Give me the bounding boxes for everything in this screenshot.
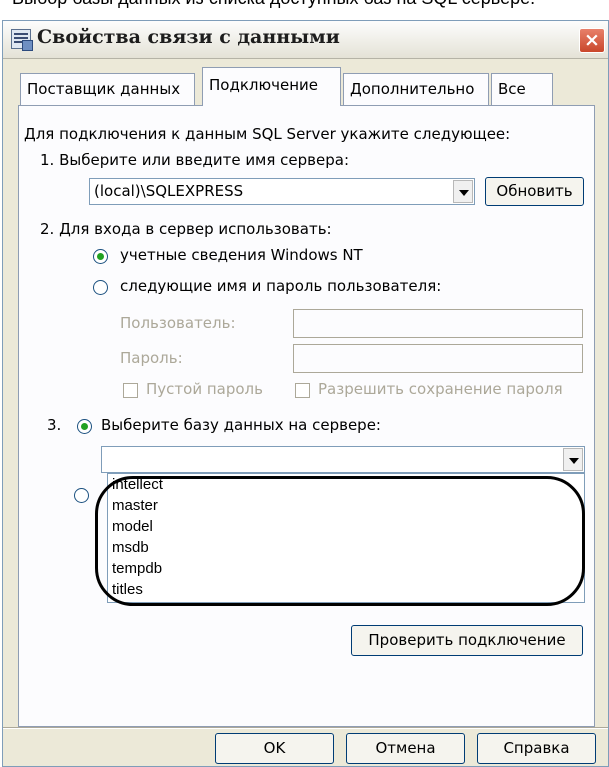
help-button[interactable]: Справка xyxy=(477,733,596,764)
data-link-properties-dialog: Свойства связи с данными × Поставщик дан… xyxy=(2,20,609,767)
cancel-button[interactable]: Отмена xyxy=(346,733,465,764)
empty-password-checkbox[interactable] xyxy=(123,383,138,398)
refresh-button[interactable]: Обновить xyxy=(485,177,584,206)
username-label: Пользователь: xyxy=(120,314,236,332)
intro-text: Для подключения к данным SQL Server укаж… xyxy=(24,125,511,143)
user-auth-radio[interactable] xyxy=(93,280,108,295)
save-password-label: Разрешить сохранение пароля xyxy=(318,380,563,398)
windows-auth-radio[interactable] xyxy=(93,249,108,264)
page-caption: Выбор базы данных из списка доступных ба… xyxy=(0,0,609,10)
step2-label: 2. Для входа в сервер использовать: xyxy=(40,220,332,238)
list-item[interactable]: titles xyxy=(112,581,143,598)
select-database-radio[interactable] xyxy=(77,419,92,434)
server-name-combobox[interactable]: (local)\SQLEXPRESS xyxy=(89,178,475,205)
password-input[interactable] xyxy=(293,344,583,373)
data-link-icon xyxy=(11,29,33,51)
window-title: Свойства связи с данными xyxy=(37,26,340,48)
test-connection-button[interactable]: Проверить подключение xyxy=(351,625,583,656)
save-password-checkbox[interactable] xyxy=(295,383,310,398)
list-item[interactable]: model xyxy=(112,518,153,535)
step3-label[interactable]: Выберите базу данных на сервере: xyxy=(101,416,381,434)
windows-auth-label[interactable]: учетные сведения Windows NT xyxy=(120,246,363,264)
username-input[interactable] xyxy=(293,309,583,338)
step1-label: 1. Выберите или введите имя сервера: xyxy=(40,151,350,169)
attach-file-radio[interactable] xyxy=(74,488,89,503)
database-list[interactable]: intellect master model msdb tempdb title… xyxy=(107,473,585,603)
empty-password-label: Пустой пароль xyxy=(146,380,263,398)
list-item[interactable]: msdb xyxy=(112,539,149,556)
tab-provider[interactable]: Поставщик данных xyxy=(20,73,195,105)
close-icon: × xyxy=(584,29,600,51)
footer-separator xyxy=(3,727,608,729)
list-item[interactable]: tempdb xyxy=(112,560,162,577)
user-auth-label[interactable]: следующие имя и пароль пользователя: xyxy=(120,277,441,295)
database-combobox[interactable] xyxy=(101,446,585,473)
tab-advanced[interactable]: Дополнительно xyxy=(343,73,489,105)
close-button[interactable]: × xyxy=(579,28,605,53)
tab-connection[interactable]: Подключение xyxy=(202,67,341,106)
server-name-value: (local)\SQLEXPRESS xyxy=(94,182,244,200)
list-item[interactable]: master xyxy=(112,497,158,514)
ok-button[interactable]: OK xyxy=(215,733,334,764)
dropdown-arrow-icon[interactable] xyxy=(563,448,583,471)
step3-prefix: 3. xyxy=(47,416,62,434)
title-bar[interactable]: Свойства связи с данными × xyxy=(3,21,608,59)
password-label: Пароль: xyxy=(120,349,183,367)
list-item[interactable]: intellect xyxy=(112,476,163,493)
tab-all[interactable]: Все xyxy=(491,73,553,105)
dropdown-arrow-icon[interactable] xyxy=(453,180,473,203)
